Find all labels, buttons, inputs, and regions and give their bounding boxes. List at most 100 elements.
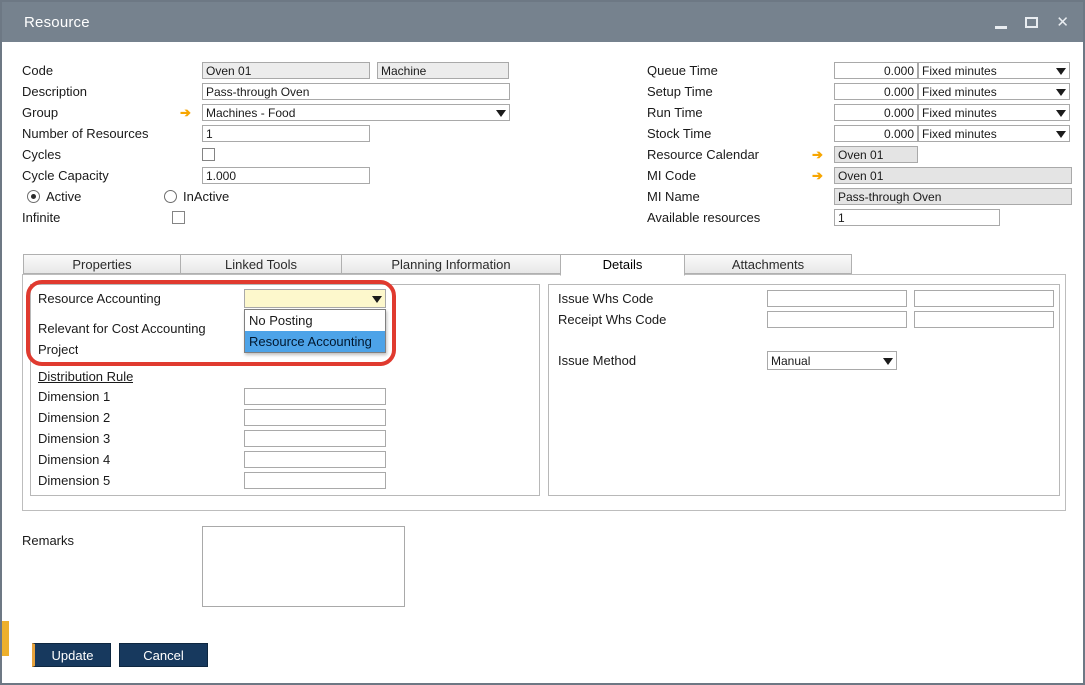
dimension-4-row: Dimension 4 [38, 450, 386, 469]
mi-code-link-arrow-icon[interactable]: ➔ [812, 168, 834, 184]
dropdown-arrow-icon [1056, 89, 1066, 96]
description-label: Description [22, 84, 202, 99]
tab-properties[interactable]: Properties [23, 254, 181, 274]
remarks-label: Remarks [22, 533, 74, 548]
code-label: Code [22, 63, 202, 78]
cycle-capacity-input[interactable] [202, 167, 370, 184]
cycles-checkbox[interactable] [202, 148, 215, 161]
description-row: Description [22, 82, 510, 101]
distribution-rule-link[interactable]: Distribution Rule [38, 369, 133, 384]
mi-name-input[interactable] [834, 188, 1072, 205]
relevant-cost-accounting-label: Relevant for Cost Accounting [38, 321, 206, 336]
queue-time-row: Queue Time Fixed minutes [647, 61, 1070, 80]
issue-method-row: Issue Method Manual [558, 351, 897, 370]
code-row: Code [22, 61, 509, 80]
dimension-5-input[interactable] [244, 472, 386, 489]
tab-attachments[interactable]: Attachments [684, 254, 852, 274]
dimension-1-label: Dimension 1 [38, 389, 244, 404]
cycles-label: Cycles [22, 147, 202, 162]
cancel-button[interactable]: Cancel [119, 643, 208, 667]
resource-accounting-select[interactable] [244, 289, 386, 308]
mi-code-input[interactable] [834, 167, 1072, 184]
dimension-1-input[interactable] [244, 388, 386, 405]
dropdown-arrow-icon [496, 110, 506, 117]
dropdown-arrow-icon [1056, 68, 1066, 75]
resource-calendar-row: Resource Calendar ➔ [647, 145, 918, 164]
cycles-row: Cycles [22, 145, 215, 164]
close-icon[interactable]: ✕ [1056, 15, 1069, 30]
active-radio[interactable] [27, 190, 40, 203]
update-button[interactable]: Update [32, 643, 111, 667]
dropdown-option-resource-accounting[interactable]: Resource Accounting [245, 331, 385, 352]
stock-time-unit-select[interactable]: Fixed minutes [918, 125, 1070, 142]
receipt-whs-code-input-2[interactable] [914, 311, 1054, 328]
dimension-5-label: Dimension 5 [38, 473, 244, 488]
dropdown-option-no-posting[interactable]: No Posting [245, 310, 385, 331]
infinite-row: Infinite [22, 208, 185, 227]
infinite-checkbox[interactable] [172, 211, 185, 224]
resource-accounting-row: Resource Accounting [38, 289, 386, 308]
tab-planning-information[interactable]: Planning Information [341, 254, 561, 274]
status-row: Active InActive [27, 187, 229, 206]
tab-linked-tools[interactable]: Linked Tools [180, 254, 342, 274]
dimension-2-input[interactable] [244, 409, 386, 426]
setup-time-input[interactable] [834, 83, 918, 100]
cycle-capacity-row: Cycle Capacity [22, 166, 370, 185]
dropdown-arrow-icon [1056, 110, 1066, 117]
remarks-textarea[interactable] [202, 526, 405, 607]
remarks-row: Remarks [22, 531, 74, 550]
issue-method-value: Manual [771, 354, 810, 368]
tab-details[interactable]: Details [560, 254, 685, 276]
dimension-2-label: Dimension 2 [38, 410, 244, 425]
resource-calendar-link-arrow-icon[interactable]: ➔ [812, 147, 834, 163]
project-label: Project [38, 342, 78, 357]
run-time-input[interactable] [834, 104, 918, 121]
description-input[interactable] [202, 83, 510, 100]
code-input[interactable] [202, 62, 370, 79]
cycle-capacity-label: Cycle Capacity [22, 168, 202, 183]
resource-accounting-dropdown-list: No Posting Resource Accounting [244, 309, 386, 353]
receipt-whs-code-input-1[interactable] [767, 311, 907, 328]
dimension-3-input[interactable] [244, 430, 386, 447]
resource-type-input[interactable] [377, 62, 509, 79]
resource-accounting-label: Resource Accounting [38, 291, 244, 306]
queue-time-input[interactable] [834, 62, 918, 79]
mi-name-label: MI Name [647, 189, 834, 204]
group-row: Group ➔ Machines - Food [22, 103, 510, 122]
number-of-resources-input[interactable] [202, 125, 370, 142]
issue-whs-code-input-1[interactable] [767, 290, 907, 307]
inactive-radio[interactable] [164, 190, 177, 203]
dimension-4-input[interactable] [244, 451, 386, 468]
dropdown-arrow-icon [1056, 131, 1066, 138]
inactive-label: InActive [183, 189, 229, 204]
setup-time-unit-select[interactable]: Fixed minutes [918, 83, 1070, 100]
number-of-resources-row: Number of Resources [22, 124, 370, 143]
active-label: Active [46, 189, 164, 204]
maximize-icon[interactable] [1025, 17, 1038, 28]
dimension-5-row: Dimension 5 [38, 471, 386, 490]
setup-time-unit-value: Fixed minutes [922, 85, 997, 99]
resource-calendar-label: Resource Calendar [647, 147, 812, 162]
resource-calendar-input[interactable] [834, 146, 918, 163]
available-resources-input[interactable] [834, 209, 1000, 226]
group-link-arrow-icon[interactable]: ➔ [180, 105, 202, 121]
stock-time-input[interactable] [834, 125, 918, 142]
mi-code-row: MI Code ➔ [647, 166, 1072, 185]
issue-method-select[interactable]: Manual [767, 351, 897, 370]
group-select[interactable]: Machines - Food [202, 104, 510, 121]
stock-time-unit-value: Fixed minutes [922, 127, 997, 141]
queue-time-unit-value: Fixed minutes [922, 64, 997, 78]
mi-code-label: MI Code [647, 168, 812, 183]
infinite-label: Infinite [22, 210, 172, 225]
titlebar: Resource ✕ [2, 2, 1083, 42]
focus-accent-strip [2, 621, 9, 656]
resource-window: Resource ✕ Code Description Group ➔ Mach… [0, 0, 1085, 685]
setup-time-row: Setup Time Fixed minutes [647, 82, 1070, 101]
minimize-icon[interactable] [995, 26, 1007, 29]
issue-whs-code-row: Issue Whs Code [558, 289, 1054, 308]
issue-whs-code-input-2[interactable] [914, 290, 1054, 307]
receipt-whs-code-row: Receipt Whs Code [558, 310, 1054, 329]
queue-time-unit-select[interactable]: Fixed minutes [918, 62, 1070, 79]
dimension-4-label: Dimension 4 [38, 452, 244, 467]
run-time-unit-select[interactable]: Fixed minutes [918, 104, 1070, 121]
